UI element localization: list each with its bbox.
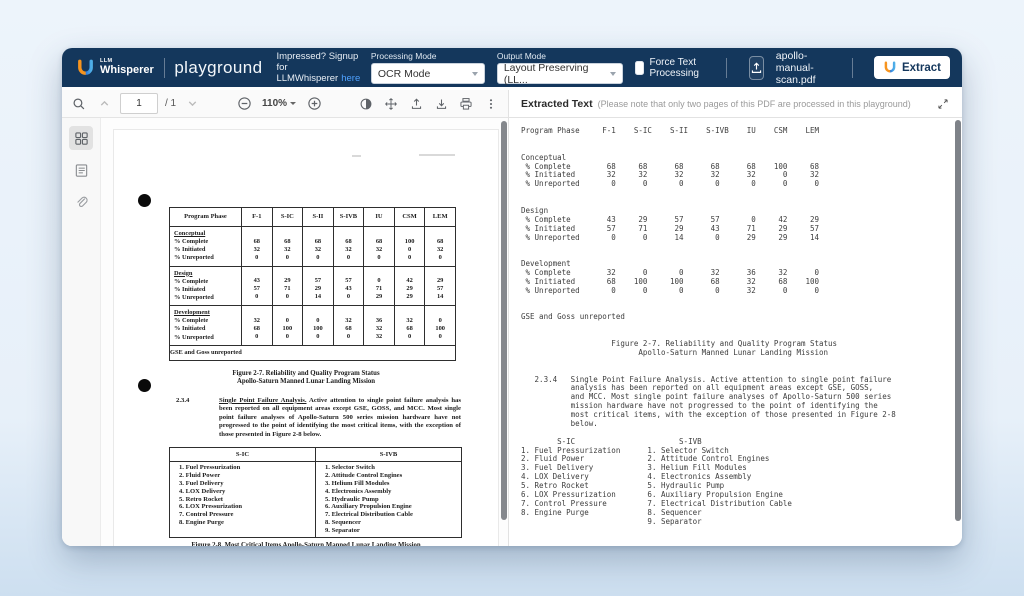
section-title: Single Point Failure Analysis.: [219, 397, 307, 404]
scan-artifact: [352, 155, 361, 157]
navbar-divider: [164, 58, 165, 78]
theme-contrast-button[interactable]: [357, 95, 375, 113]
extracted-text-scrollbar[interactable]: [955, 120, 961, 542]
pdf-scrollbar[interactable]: [501, 121, 507, 537]
group-name: Conceptual: [170, 229, 241, 238]
document-outline-button[interactable]: [69, 158, 93, 182]
signup-text: Impressed? Signup for LLMWhispererhere: [276, 51, 370, 84]
logo-u-icon: [76, 59, 95, 77]
attachments-button[interactable]: [69, 190, 93, 214]
output-mode-label: Output Mode: [497, 51, 623, 61]
pdf-canvas-area: Program Phase F-1 S-IC S-II S-IVB IU CSM…: [101, 118, 508, 546]
page-total-label: / 1: [165, 98, 176, 109]
uploaded-filename: apollo-manual-scan.pdf: [776, 50, 830, 86]
table-group-row: Design % Complete % Initiated % Unreport…: [170, 266, 456, 306]
expand-panel-icon[interactable]: [934, 95, 952, 113]
scrollbar-thumb[interactable]: [501, 121, 507, 520]
table-header-row: Program Phase F-1 S-IC S-II S-IVB IU CSM…: [170, 208, 456, 227]
pdf-toolbar: / 1 110%: [62, 90, 508, 118]
scanned-pdf-page: Program Phase F-1 S-IC S-II S-IVB IU CSM…: [114, 130, 498, 546]
chevron-down-icon: [472, 72, 478, 76]
section-2-3-4-paragraph: 2.3.4 Single Point Failure Analysis. Act…: [176, 397, 461, 439]
extracted-text-content: Program Phase F-1 S-IC S-II S-IVB IU CSM…: [509, 118, 962, 526]
punch-hole-mark: [138, 379, 151, 392]
paperclip-icon: [74, 195, 89, 210]
thumbnails-view-button[interactable]: [69, 126, 93, 150]
scan-artifact: [419, 154, 455, 156]
open-file-icon[interactable]: [407, 95, 425, 113]
table-header-row: S-IC S-IVB: [170, 447, 462, 461]
zoom-in-button[interactable]: [305, 95, 323, 113]
print-icon[interactable]: [457, 95, 475, 113]
extracted-text-title: Extracted Text: [521, 98, 593, 110]
scrollbar-thumb[interactable]: [955, 120, 961, 521]
chevron-down-icon: [610, 72, 616, 76]
page-title: playground: [174, 58, 262, 78]
group-name: Development: [170, 308, 241, 317]
pan-tool-button[interactable]: [382, 95, 400, 113]
next-page-button[interactable]: [183, 95, 201, 113]
download-icon[interactable]: [432, 95, 450, 113]
extracted-text-panel: Program Phase F-1 S-IC S-II S-IVB IU CSM…: [508, 118, 962, 546]
section-number: 2.3.4: [176, 397, 189, 405]
upload-icon: [750, 61, 763, 74]
processing-mode-select[interactable]: OCR Mode: [371, 63, 485, 84]
app-window: LLM Whisperer playground Impressed? Sign…: [62, 48, 962, 546]
logo-whisperer-text: Whisperer: [100, 65, 154, 76]
logo-u-icon: [883, 61, 897, 74]
grid-icon: [74, 131, 89, 146]
upload-file-button[interactable]: [749, 56, 764, 80]
program-status-table: Program Phase F-1 S-IC S-II S-IVB IU CSM…: [169, 207, 456, 361]
extract-button[interactable]: Extract: [874, 56, 950, 79]
figure-2-7-caption: Figure 2-7. Reliability and Quality Prog…: [114, 370, 498, 387]
more-options-kebab-icon[interactable]: [482, 95, 500, 113]
figure-2-8-caption: Figure 2-8. Most Critical Items Apollo-S…: [114, 542, 498, 546]
zoom-out-button[interactable]: [235, 95, 253, 113]
zoom-level-dropdown[interactable]: 110%: [262, 98, 296, 109]
search-icon[interactable]: [70, 95, 88, 113]
critical-items-table: S-IC S-IVB 1. Fuel Pressurization 2. Flu…: [169, 447, 462, 538]
extracted-text-header: Extracted Text (Please note that only tw…: [508, 90, 962, 118]
table-group-row: Conceptual % Complete % Initiated % Unre…: [170, 227, 456, 267]
force-text-label: Force Text Processing: [650, 57, 705, 79]
viewer-sidebar: [62, 118, 101, 546]
pdf-viewer-panel: Program Phase F-1 S-IC S-II S-IVB IU CSM…: [62, 118, 508, 546]
outline-icon: [74, 163, 89, 178]
page-number-input[interactable]: [120, 93, 158, 114]
force-text-checkbox[interactable]: [635, 61, 644, 75]
table-row: 1. Fuel Pressurization 2. Fluid Power 3.…: [170, 461, 462, 537]
previous-page-button[interactable]: [95, 95, 113, 113]
table-footer-row: GSE and Goss unreported: [170, 345, 456, 360]
table-group-row: Development % Complete % Initiated % Unr…: [170, 306, 456, 346]
llmwhisperer-logo: LLM Whisperer: [76, 59, 154, 77]
group-name: Design: [170, 269, 241, 278]
chevron-down-icon: [290, 102, 296, 105]
top-navbar: LLM Whisperer playground Impressed? Sign…: [62, 48, 962, 87]
processing-mode-label: Processing Mode: [371, 51, 485, 61]
extracted-text-note: (Please note that only two pages of this…: [598, 99, 911, 109]
signup-link[interactable]: here: [341, 73, 360, 84]
output-mode-select[interactable]: Layout Preserving (LL...: [497, 63, 623, 84]
punch-hole-mark: [138, 194, 151, 207]
